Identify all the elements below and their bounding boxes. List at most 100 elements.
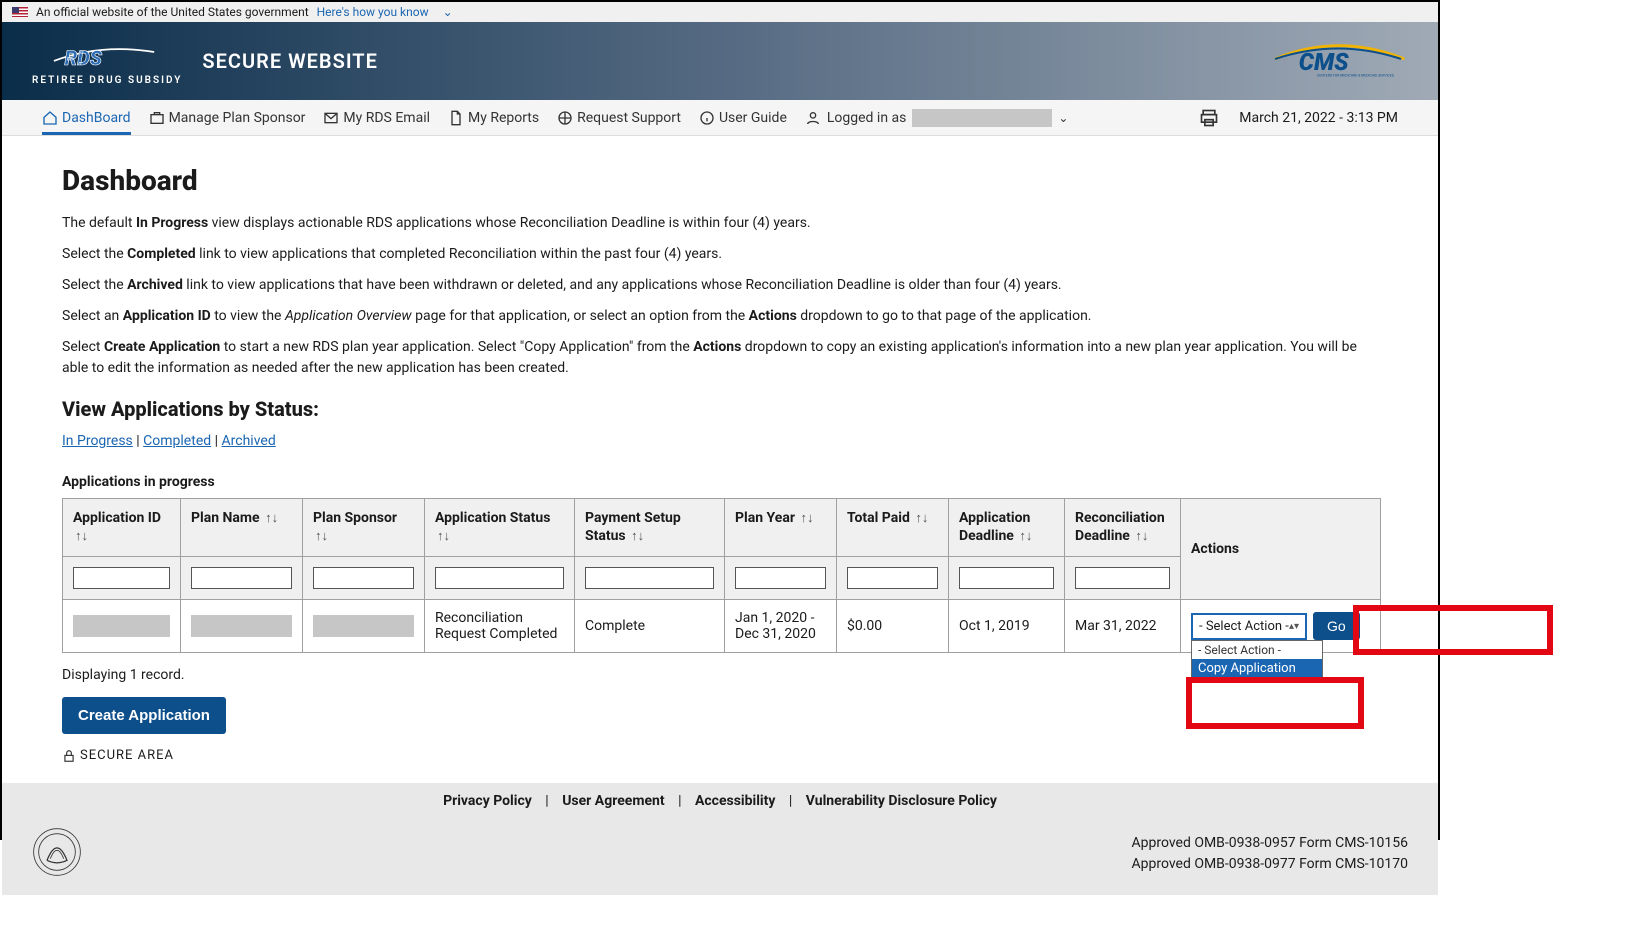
desc-p2: Select the Completed link to view applic… <box>62 244 1378 265</box>
svg-text:CMS: CMS <box>1299 48 1349 76</box>
link-completed[interactable]: Completed <box>143 433 211 449</box>
desc-p3: Select the Archived link to view applica… <box>62 275 1378 296</box>
th-app-deadline[interactable]: Application Deadline ↑↓ <box>949 499 1065 557</box>
rds-logo: RDS RETIREE DRUG SUBSIDY <box>32 36 182 86</box>
filter-total-paid[interactable] <box>847 567 938 589</box>
support-icon <box>557 110 573 126</box>
sort-icon: ↑↓ <box>915 511 928 526</box>
applications-table: Application ID ↑↓ Plan Name ↑↓ Plan Spon… <box>62 498 1381 653</box>
sort-icon: ↑↓ <box>315 529 328 544</box>
sort-icon: ↑↓ <box>437 529 450 544</box>
footer-links: Privacy Policy | User Agreement | Access… <box>2 783 1438 819</box>
gov-banner-text: An official website of the United States… <box>36 5 309 19</box>
cell-payment-status: Complete <box>575 600 725 653</box>
secure-area-label: SECURE AREA <box>62 748 1378 763</box>
site-title: SECURE WEBSITE <box>202 49 377 73</box>
mail-icon <box>323 110 339 126</box>
footer-vuln[interactable]: Vulnerability Disclosure Policy <box>806 793 997 809</box>
sort-icon: ↑↓ <box>75 529 88 544</box>
filter-recon-deadline[interactable] <box>1075 567 1170 589</box>
nav-user-guide[interactable]: User Guide <box>699 102 787 134</box>
nav-dashboard[interactable]: DashBoard <box>42 102 131 134</box>
redacted-plan-name <box>191 615 292 637</box>
filter-plan-sponsor[interactable] <box>313 567 414 589</box>
footer-accessibility[interactable]: Accessibility <box>695 793 775 809</box>
briefcase-icon <box>149 110 165 126</box>
go-button[interactable]: Go <box>1313 612 1360 640</box>
highlight-box <box>1353 605 1553 655</box>
dropdown-opt-placeholder[interactable]: - Select Action - <box>1192 641 1322 659</box>
sort-icon: ↑↓ <box>265 511 278 526</box>
nav-logged-in[interactable]: Logged in as ⌄ <box>805 101 1069 135</box>
us-flag-icon <box>12 7 28 17</box>
th-app-id[interactable]: Application ID ↑↓ <box>63 499 181 557</box>
gov-banner: An official website of the United States… <box>2 2 1438 22</box>
chevron-down-icon[interactable]: ⌄ <box>443 5 453 19</box>
table-row: Reconciliation Request Completed Complet… <box>63 600 1381 653</box>
th-recon-deadline[interactable]: Reconciliation Deadline ↑↓ <box>1065 499 1181 557</box>
filter-payment-status[interactable] <box>585 567 714 589</box>
redacted-app-id <box>73 615 170 637</box>
nav-support[interactable]: Request Support <box>557 102 681 134</box>
th-plan-name[interactable]: Plan Name ↑↓ <box>181 499 303 557</box>
print-icon[interactable] <box>1199 108 1219 128</box>
main-content: Dashboard The default In Progress view d… <box>2 136 1438 773</box>
nav-reports[interactable]: My Reports <box>448 102 539 134</box>
filter-app-deadline[interactable] <box>959 567 1054 589</box>
th-actions: Actions <box>1181 499 1381 600</box>
footer-agreement[interactable]: User Agreement <box>562 793 664 809</box>
desc-p4: Select an Application ID to view the App… <box>62 306 1378 327</box>
cell-plan-year: Jan 1, 2020 - Dec 31, 2020 <box>725 600 837 653</box>
cms-logo: CMS CENTERS FOR MEDICARE & MEDICAID SERV… <box>1268 39 1408 83</box>
cell-recon-deadline: Mar 31, 2022 <box>1065 600 1181 653</box>
nav-plan-sponsor[interactable]: Manage Plan Sponsor <box>149 102 306 134</box>
nav-bar: DashBoard Manage Plan Sponsor My RDS Ema… <box>2 100 1438 136</box>
desc-p1: The default In Progress view displays ac… <box>62 213 1378 234</box>
filter-app-status[interactable] <box>435 567 564 589</box>
sort-icon: ↑↓ <box>631 529 644 544</box>
site-header: RDS RETIREE DRUG SUBSIDY SECURE WEBSITE … <box>2 22 1438 100</box>
footer-bottom: Approved OMB-0938-0957 Form CMS-10156 Ap… <box>2 819 1438 895</box>
highlight-box <box>1186 677 1364 729</box>
table-header-row: Application ID ↑↓ Plan Name ↑↓ Plan Spon… <box>63 499 1381 557</box>
create-application-button[interactable]: Create Application <box>62 697 226 734</box>
cell-app-deadline: Oct 1, 2019 <box>949 600 1065 653</box>
info-icon <box>699 110 715 126</box>
footer-privacy[interactable]: Privacy Policy <box>443 793 532 809</box>
link-archived[interactable]: Archived <box>222 433 276 449</box>
section-label: Applications in progress <box>62 474 1378 490</box>
dropdown-opt-copy[interactable]: Copy Application <box>1192 659 1322 678</box>
action-select[interactable]: - Select Action - ▴▾ <box>1191 613 1307 640</box>
home-icon <box>42 110 58 126</box>
user-icon <box>805 110 821 126</box>
th-total-paid[interactable]: Total Paid ↑↓ <box>837 499 949 557</box>
lock-icon <box>62 749 76 763</box>
filter-plan-name[interactable] <box>191 567 292 589</box>
th-plan-year[interactable]: Plan Year ↑↓ <box>725 499 837 557</box>
gov-banner-link[interactable]: Here's how you know <box>317 5 429 19</box>
cell-app-status: Reconciliation Request Completed <box>425 600 575 653</box>
chevron-down-icon[interactable]: ⌄ <box>1058 111 1068 125</box>
th-plan-sponsor[interactable]: Plan Sponsor ↑↓ <box>303 499 425 557</box>
sort-icon: ↑↓ <box>800 511 813 526</box>
rds-logo-subtitle: RETIREE DRUG SUBSIDY <box>32 76 182 86</box>
link-in-progress[interactable]: In Progress <box>62 433 133 449</box>
select-arrows-icon: ▴▾ <box>1289 621 1299 632</box>
status-links: In Progress | Completed | Archived <box>62 431 1378 452</box>
nav-datetime: March 21, 2022 - 3:13 PM <box>1239 110 1398 126</box>
sort-icon: ↑↓ <box>1019 529 1032 544</box>
th-payment-status[interactable]: Payment Setup Status ↑↓ <box>575 499 725 557</box>
redacted-plan-sponsor <box>313 615 414 637</box>
nav-rds-email[interactable]: My RDS Email <box>323 102 430 134</box>
th-app-status[interactable]: Application Status ↑↓ <box>425 499 575 557</box>
view-status-heading: View Applications by Status: <box>62 397 1378 421</box>
document-icon <box>448 110 464 126</box>
page-title: Dashboard <box>62 164 1378 197</box>
filter-plan-year[interactable] <box>735 567 826 589</box>
action-dropdown: - Select Action - Copy Application <box>1191 640 1323 679</box>
filter-app-id[interactable] <box>73 567 170 589</box>
hhs-seal-icon <box>32 827 82 881</box>
desc-p5: Select Create Application to start a new… <box>62 337 1378 379</box>
svg-text:CENTERS FOR MEDICARE & MEDICAI: CENTERS FOR MEDICARE & MEDICAID SERVICES <box>1317 74 1394 78</box>
svg-text:RDS: RDS <box>65 46 103 70</box>
